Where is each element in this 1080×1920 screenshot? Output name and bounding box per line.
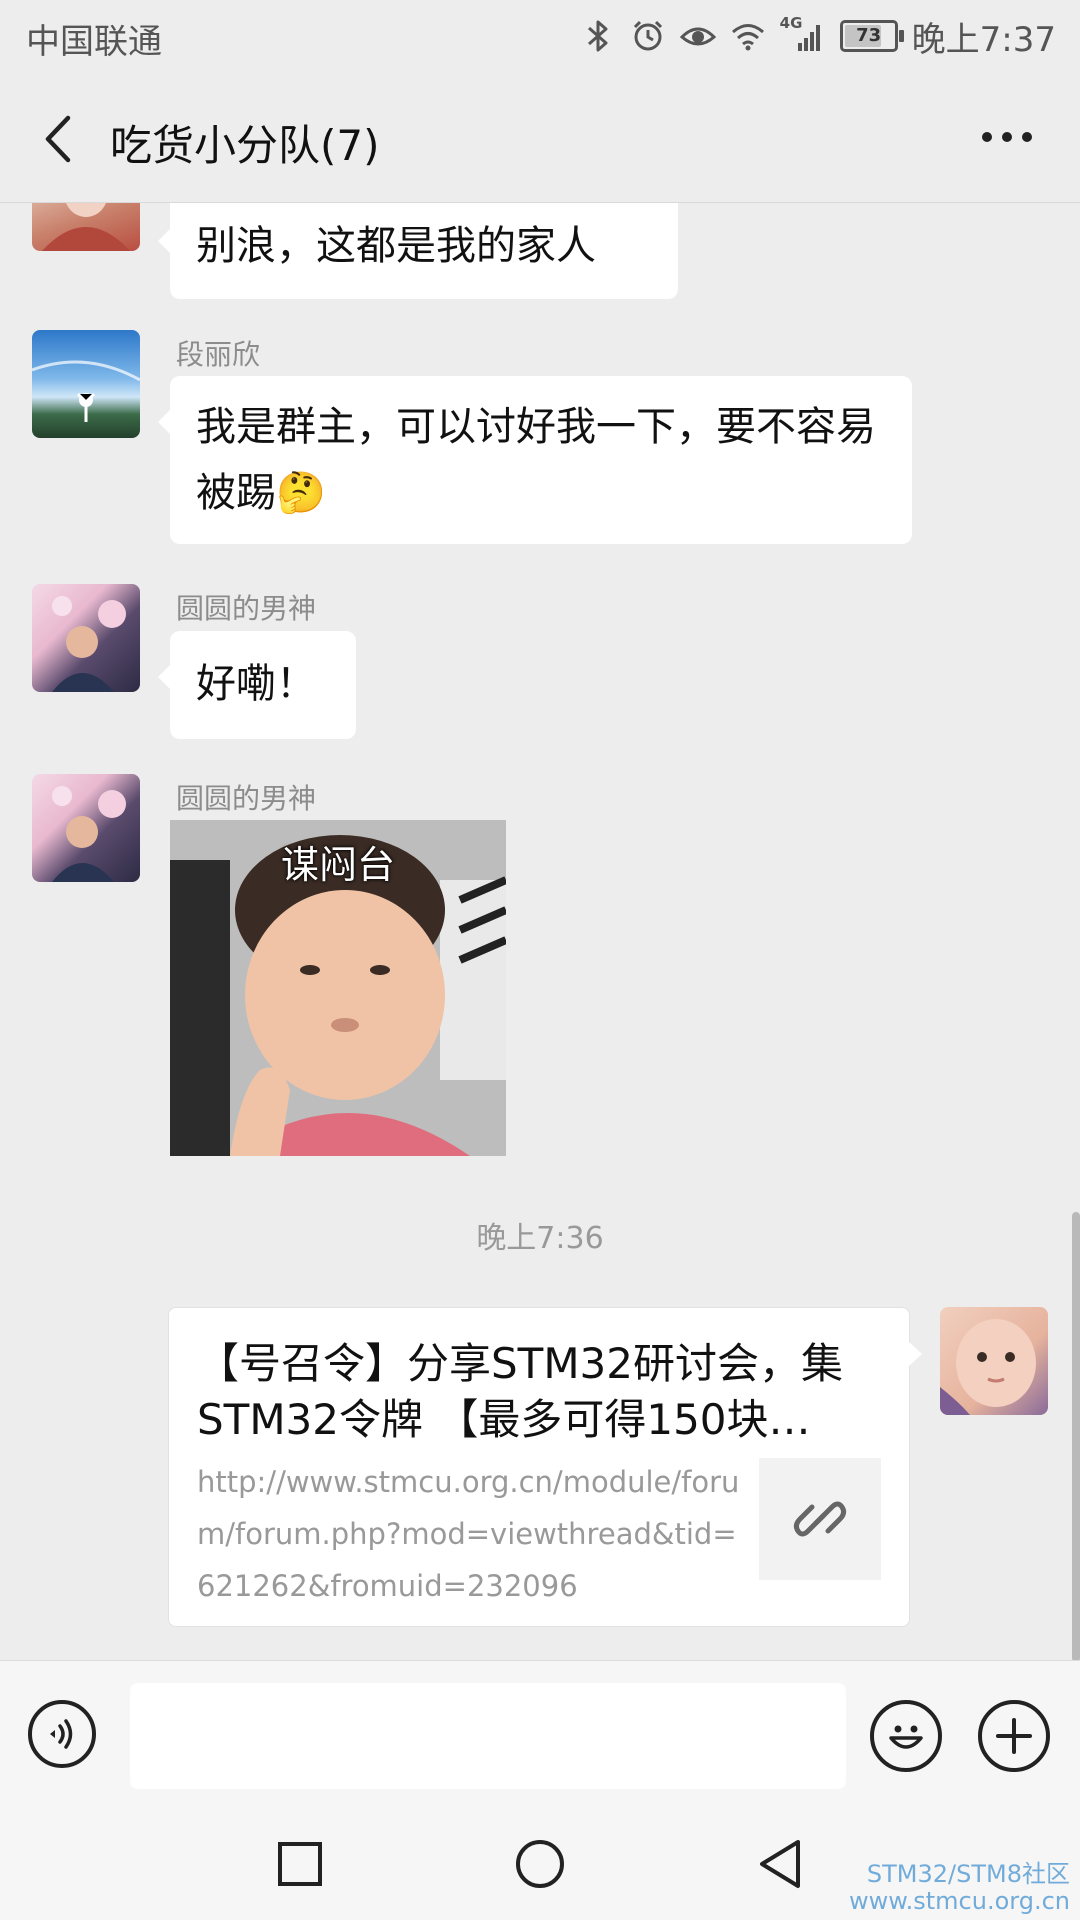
more-dot-icon <box>1022 132 1032 142</box>
smiley-icon <box>889 1725 923 1749</box>
message-bubble[interactable]: 别浪，这都是我的家人 <box>158 203 678 299</box>
wifi-icon <box>730 18 766 54</box>
circle-icon <box>516 1840 564 1888</box>
status-time: 晚上7:37 <box>911 19 1056 60</box>
avatar[interactable] <box>32 584 140 692</box>
chat-title: 吃货小分队(7) <box>110 121 380 170</box>
message-bubble[interactable]: 好嘞！ <box>158 631 356 739</box>
input-bar <box>0 1660 1080 1803</box>
emoji-button[interactable] <box>870 1700 942 1772</box>
chat-scroll-area[interactable]: 别浪，这都是我的家人 段丽欣 我是群主，可以讨好我一下，要不容易被踢🤔 圆圆的男… <box>0 203 1080 1660</box>
alarm-icon <box>630 18 666 54</box>
link-icon <box>793 1501 847 1537</box>
plus-icon <box>996 1718 1032 1754</box>
message-text: 别浪，这都是我的家人 <box>196 223 596 269</box>
more-options-button[interactable] <box>972 112 1042 162</box>
link-thumbnail <box>759 1458 881 1580</box>
link-card[interactable]: 【号召令】分享STM32研讨会，集STM32令牌 【最多可得150块… http… <box>168 1307 922 1627</box>
triangle-back-icon <box>760 1840 800 1888</box>
more-dot-icon <box>1002 132 1012 142</box>
watermark-line: STM32/STM8社区 <box>866 1860 1070 1888</box>
system-nav-bar: STM32/STM8社区 www.stmcu.org.cn <box>0 1802 1080 1920</box>
message-timestamp: 晚上7:36 <box>476 1221 604 1256</box>
battery-level: 73 <box>856 25 882 46</box>
link-url: http://www.stmcu.org.cn/module/forum/for… <box>197 1465 740 1603</box>
message-input[interactable] <box>130 1683 846 1789</box>
sticker-caption: 谋闷台 <box>280 843 395 887</box>
sticker-image[interactable]: 谋闷台 <box>170 820 506 1156</box>
message-text: 我是群主，可以讨好我一下，要不容易被踢🤔 <box>196 404 876 516</box>
home-button[interactable] <box>512 1836 568 1892</box>
square-icon <box>278 1842 322 1886</box>
more-functions-button[interactable] <box>978 1700 1050 1772</box>
avatar[interactable] <box>32 203 140 251</box>
chat-header: 吃货小分队(7) <box>0 76 1080 203</box>
watermark: STM32/STM8社区 www.stmcu.org.cn <box>849 1860 1070 1914</box>
sender-name: 圆圆的男神 <box>176 592 317 625</box>
back-button[interactable] <box>30 106 86 172</box>
recents-button[interactable] <box>272 1836 328 1892</box>
message-text: 好嘞！ <box>196 661 316 707</box>
voice-button[interactable] <box>28 1700 96 1768</box>
battery-icon: 73 <box>839 20 904 52</box>
message-bubble[interactable]: 我是群主，可以讨好我一下，要不容易被踢🤔 <box>158 376 912 544</box>
bluetooth-icon <box>580 18 616 54</box>
eye-icon <box>679 18 716 54</box>
network-type-label: 4G <box>779 14 803 32</box>
self-avatar[interactable] <box>940 1307 1048 1415</box>
signal-icon: 4G <box>780 14 826 54</box>
link-title: 【号召令】分享STM32研讨会，集STM32令牌 【最多可得150块… <box>197 1339 843 1444</box>
nav-back-button[interactable] <box>752 1836 808 1892</box>
scrollbar[interactable] <box>1072 1212 1080 1662</box>
sender-name: 段丽欣 <box>176 338 261 371</box>
status-icons: 4G 73 晚上7:37 <box>580 12 1056 60</box>
status-bar: 中国联通 4G 73 晚上7:37 <box>0 0 1080 76</box>
avatar[interactable] <box>32 330 140 438</box>
watermark-line: www.stmcu.org.cn <box>848 1887 1070 1915</box>
more-dot-icon <box>982 132 992 142</box>
chevron-left-icon <box>45 115 71 163</box>
avatar[interactable] <box>32 774 140 882</box>
carrier-label: 中国联通 <box>26 22 162 62</box>
sender-name: 圆圆的男神 <box>176 782 317 815</box>
voice-icon <box>50 1719 73 1749</box>
